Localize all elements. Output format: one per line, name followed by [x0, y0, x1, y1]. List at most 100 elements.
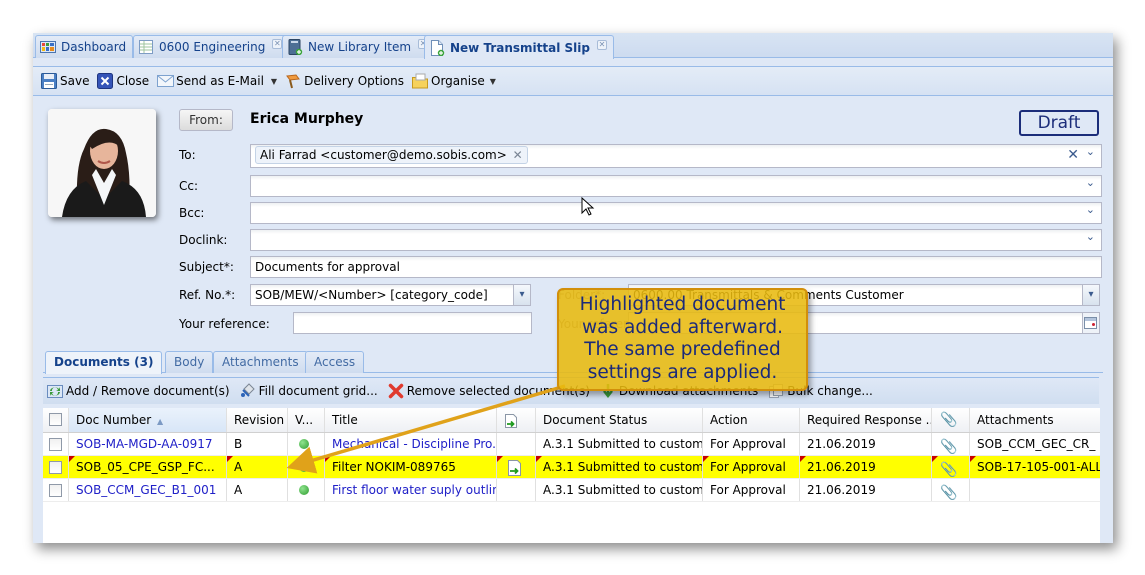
chevron-down-icon[interactable]: ⌄	[1086, 230, 1095, 247]
dropdown-caret-icon[interactable]: ▼	[271, 77, 277, 86]
ref-no-label: Ref. No.*:	[179, 288, 236, 302]
tab-dashboard[interactable]: Dashboard	[35, 35, 134, 58]
paperclip-icon[interactable]: 📎	[940, 482, 957, 501]
chevron-down-icon[interactable]: ⌄	[1086, 203, 1095, 220]
tab-label: New Library Item	[308, 40, 412, 54]
column-header-document-status[interactable]: Document Status	[536, 408, 703, 432]
paperclip-icon[interactable]: 📎	[940, 436, 957, 455]
save-button[interactable]: Save	[41, 73, 89, 89]
transmit-cell	[497, 479, 536, 501]
column-header-transmit[interactable]	[497, 408, 536, 432]
subtab-attachments[interactable]: Attachments	[213, 351, 308, 373]
modified-marker-icon	[536, 456, 542, 462]
column-header-attachment-flag[interactable]: 📎	[932, 408, 970, 432]
bcc-field[interactable]: ⌄	[250, 202, 1102, 224]
transmit-icon[interactable]	[504, 460, 523, 478]
send-email-label: Send as E-Mail	[176, 74, 264, 88]
cc-field[interactable]: ⌄	[250, 175, 1102, 197]
attachment-flag-cell: 📎	[932, 479, 970, 501]
to-field[interactable]: Ali Farrad <customer@demo.sobis.com> ✕ ✕…	[250, 144, 1102, 168]
dropdown-caret-icon[interactable]: ▼	[490, 77, 496, 86]
paperclip-icon[interactable]: 📎	[940, 459, 957, 478]
chevron-down-icon[interactable]: ⌄	[1086, 176, 1095, 193]
attachments-cell	[970, 479, 1100, 501]
row-select-cell	[43, 433, 69, 455]
status-badge: Draft	[1019, 110, 1099, 136]
send-as-email-button[interactable]: Send as E-Mail ▼	[157, 73, 277, 89]
select-all-checkbox[interactable]	[49, 413, 62, 426]
calendar-icon[interactable]	[1082, 313, 1099, 333]
recipient-token[interactable]: Ali Farrad <customer@demo.sobis.com> ✕	[255, 146, 528, 164]
subject-input[interactable]: Documents for approval	[250, 256, 1102, 278]
delivery-options-label: Delivery Options	[304, 74, 405, 88]
attachment-flag-cell: 📎	[932, 456, 970, 478]
spreadsheet-icon	[138, 39, 154, 55]
column-header-version[interactable]: V...	[288, 408, 325, 432]
row-checkbox[interactable]	[49, 484, 62, 497]
document-status: A.3.1 Submitted to custom...	[543, 483, 703, 497]
document-status-cell: A.3.1 Submitted to custom...	[536, 479, 703, 501]
fill-document-grid-button[interactable]: Fill document grid...	[240, 383, 378, 399]
clear-recipients-icon[interactable]: ✕	[1067, 145, 1079, 165]
close-tab-icon[interactable]: ✕	[272, 39, 283, 49]
required-response: 21.06.2019	[807, 460, 876, 474]
close-button[interactable]: Close	[97, 73, 149, 89]
tab-new-library-item[interactable]: New Library Item ✕	[282, 35, 436, 58]
doc-number[interactable]: SOB_05_CPE_GSP_FC...	[76, 460, 215, 474]
title[interactable]: Filter NOKIM-089765	[332, 460, 456, 474]
delivery-flag-icon	[285, 73, 301, 89]
row-select-cell	[43, 456, 69, 478]
remove-recipient-icon[interactable]: ✕	[513, 148, 523, 162]
doclink-label: Doclink:	[179, 233, 228, 247]
subtab-documents[interactable]: Documents (3)	[45, 351, 163, 374]
subtab-body[interactable]: Body	[165, 351, 214, 373]
tab-0600-engineering[interactable]: 0600 Engineering ✕	[133, 35, 290, 58]
action-cell: For Approval	[703, 456, 800, 478]
close-tab-icon[interactable]: ✕	[596, 39, 607, 50]
subtab-access[interactable]: Access	[305, 351, 365, 373]
column-header-title[interactable]: Title	[325, 408, 497, 432]
doc-number-cell: SOB-MA-MGD-AA-0917	[69, 433, 227, 455]
row-checkbox[interactable]	[49, 461, 62, 474]
title[interactable]: Mechanical - Discipline Pro...	[332, 437, 496, 451]
your-reference-input[interactable]	[293, 312, 532, 334]
organise-button[interactable]: Organise ▼	[412, 73, 496, 89]
chevron-down-icon[interactable]: ▾	[513, 285, 530, 305]
revision-cell: B	[227, 433, 288, 455]
column-header-required-response[interactable]: Required Response ...	[800, 408, 932, 432]
doc-number[interactable]: SOB_CCM_GEC_B1_001	[76, 483, 216, 497]
doc-number-cell: SOB_05_CPE_GSP_FC...	[69, 456, 227, 478]
bcc-label: Bcc:	[179, 206, 205, 220]
column-header-revision[interactable]: Revision	[227, 408, 288, 432]
grid-header: Doc Number ▲ Revision V... Title Documen…	[43, 408, 1100, 433]
green-status-dot-icon	[299, 439, 309, 449]
column-header-doc-number[interactable]: Doc Number ▲	[69, 408, 227, 432]
attachments-cell: SOB-17-105-001-ALL-	[970, 456, 1100, 478]
tab-label: Dashboard	[61, 40, 127, 54]
tab-new-transmittal-slip[interactable]: New Transmittal Slip ✕	[424, 35, 614, 59]
required-response: 21.06.2019	[807, 437, 876, 451]
save-icon	[41, 73, 57, 89]
chevron-down-icon[interactable]: ▾	[1082, 285, 1099, 305]
annotation-callout: Highlighted document was added afterward…	[557, 288, 808, 391]
chevron-down-icon[interactable]: ⌄	[1086, 145, 1095, 162]
add-remove-documents-button[interactable]: Add / Remove document(s)	[47, 383, 230, 399]
table-row[interactable]: SOB_CCM_GEC_B1_001 A First floor water sup…	[43, 479, 1100, 502]
paperclip-icon: 📎	[940, 412, 958, 428]
doclink-field[interactable]: ⌄	[250, 229, 1102, 251]
column-header-action[interactable]: Action	[703, 408, 800, 432]
column-header-attachments[interactable]: Attachments	[970, 408, 1100, 432]
doc-number[interactable]: SOB-MA-MGD-AA-0917	[76, 437, 213, 451]
folder-icon	[412, 73, 429, 89]
version-status-cell	[288, 456, 325, 478]
title[interactable]: First floor water suply outline	[332, 483, 496, 497]
row-select-cell	[43, 479, 69, 501]
table-row[interactable]: SOB-MA-MGD-AA-0917 B Mechanical - Discipli…	[43, 433, 1100, 456]
title-cell: First floor water suply outline	[325, 479, 497, 501]
delivery-options-button[interactable]: Delivery Options	[285, 73, 404, 89]
table-row-highlighted[interactable]: SOB_05_CPE_GSP_FC... A Filter NOKIM-089765…	[43, 456, 1100, 479]
sender-name: Erica Murphey	[250, 111, 364, 127]
row-checkbox[interactable]	[49, 438, 62, 451]
from-button[interactable]: From:	[179, 109, 233, 131]
ref-no-combo[interactable]: SOB/MEW/<Number> [category_code] ▾	[250, 284, 531, 306]
